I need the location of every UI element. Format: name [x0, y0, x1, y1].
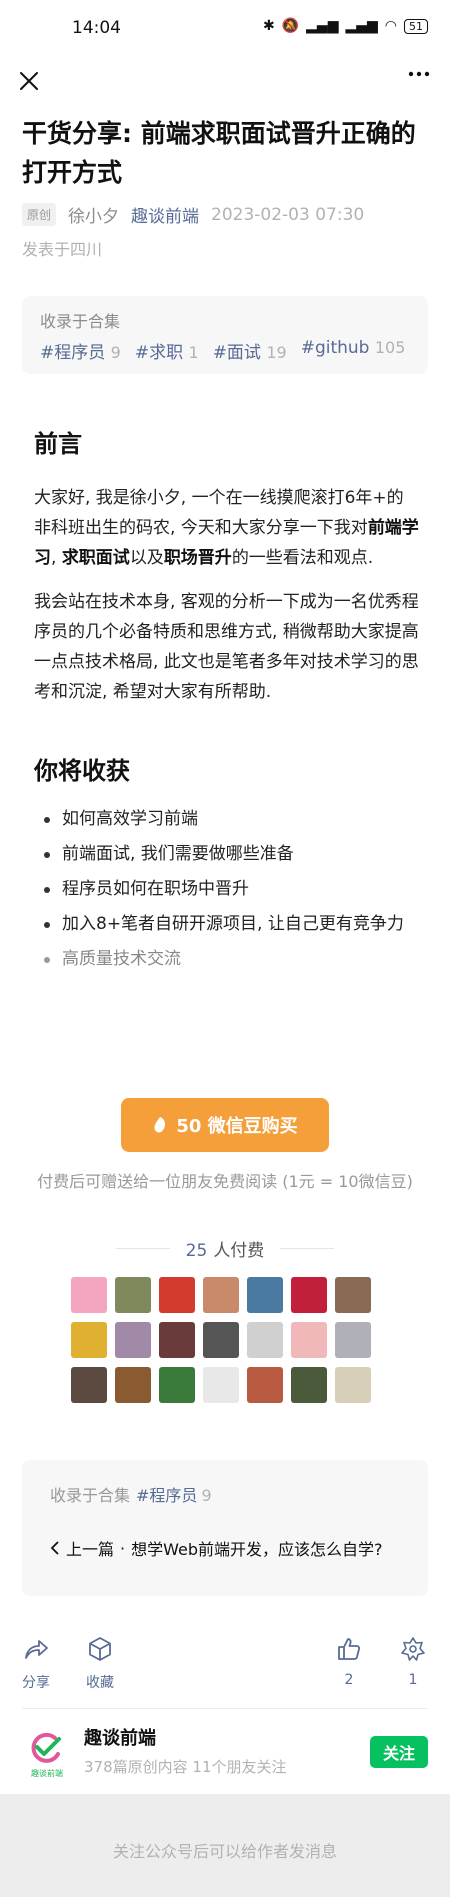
- account-link[interactable]: 趣谈前端: [131, 202, 199, 227]
- follow-button[interactable]: 关注: [370, 1736, 428, 1768]
- avatar: [335, 1367, 371, 1403]
- battery-icon: 51: [404, 18, 428, 34]
- account-name: 趣谈前端: [84, 1728, 156, 1749]
- article-title: 干货分享: 前端求职面试晋升正确的打开方式: [22, 119, 416, 187]
- avatar: [71, 1322, 107, 1358]
- bean-icon: [154, 1117, 166, 1133]
- list-item: 加入8+笔者自研开源项目, 让自己更有竞争力: [34, 907, 420, 942]
- thumbs-up-icon: [338, 1638, 361, 1660]
- original-tag: 原创: [22, 203, 57, 226]
- collection-name[interactable]: #程序员: [136, 1486, 197, 1505]
- list-item: 前端面试, 我们需要做哪些准备: [34, 837, 420, 872]
- collection-footer-label: 收录于合集 #程序员 9: [50, 1486, 212, 1505]
- publish-location: 发表于四川: [22, 240, 103, 259]
- divider: [280, 1248, 335, 1249]
- section-heading: 前言: [34, 430, 82, 458]
- status-icons: ✱ 🔕 ▂▄▆ ▂▄▆ ◠ 51: [263, 18, 428, 34]
- cube-icon: [89, 1637, 111, 1661]
- share-button[interactable]: 分享: [11, 1636, 61, 1692]
- list-item: 如何高效学习前端: [34, 802, 420, 837]
- collection-label: 收录于合集: [40, 312, 121, 331]
- like-button[interactable]: 2: [324, 1636, 374, 1688]
- wow-icon: [401, 1637, 425, 1661]
- author-name: 徐小夕: [68, 207, 120, 227]
- collection-tag[interactable]: #面试 19: [213, 338, 287, 363]
- wow-button[interactable]: 1: [388, 1636, 438, 1688]
- payers-text: 25 人付费: [185, 1241, 265, 1261]
- intro-paragraph: 大家好, 我是徐小夕, 一个在一线摸爬滚打6年+的非科班出生的码农, 今天和大家…: [34, 488, 419, 568]
- avatar: [159, 1277, 195, 1313]
- collection-tag[interactable]: #求职 1: [135, 338, 199, 363]
- account-stats: 378篇原创内容 11个朋友关注: [84, 1758, 287, 1776]
- avatar: [115, 1367, 151, 1403]
- list-item: 高质量技术交流: [34, 942, 420, 977]
- close-icon[interactable]: [12, 64, 46, 98]
- signal-icon: ▂▄▆: [345, 18, 378, 34]
- avatar: [159, 1322, 195, 1358]
- avatar: [115, 1277, 151, 1313]
- payer-avatars: [71, 1277, 383, 1403]
- action-bar: 分享 收藏 2 1: [0, 1636, 450, 1716]
- payers-header: 25 人付费: [0, 1236, 450, 1261]
- section-heading: 你将收获: [34, 757, 130, 785]
- account-logo: 趣谈前端: [28, 1730, 66, 1780]
- buy-button-label: 50 微信豆购买: [176, 1116, 298, 1137]
- avatar: [71, 1277, 107, 1313]
- chevron-left-icon: [50, 1541, 59, 1555]
- article-meta: 原创 徐小夕 趣谈前端 2023-02-03 07:30: [22, 202, 432, 227]
- nav-bar: [0, 58, 450, 110]
- avatar: [203, 1322, 239, 1358]
- article-content: 前言 大家好, 我是徐小夕, 一个在一线摸爬滚打6年+的非科班出生的码农, 今天…: [34, 424, 420, 977]
- bluetooth-icon: ✱: [262, 18, 275, 34]
- avatar: [159, 1367, 195, 1403]
- prev-article-link[interactable]: 上一篇 · 想学Web前端开发，应该怎么自学?: [50, 1536, 400, 1560]
- bullet-list: 如何高效学习前端 前端面试, 我们需要做哪些准备 程序员如何在职场中晋升 加入8…: [34, 802, 420, 977]
- mute-icon: 🔕: [281, 18, 300, 34]
- collection-tags: #程序员 9 #求职 1 #面试 19 #github 105: [40, 338, 410, 363]
- account-card[interactable]: 趣谈前端 趣谈前端 378篇原创内容 11个朋友关注 关注: [0, 1720, 450, 1792]
- avatar: [335, 1277, 371, 1313]
- footer-text: 关注公众号后可以给作者发消息: [112, 1842, 337, 1861]
- wifi-icon: ◠: [384, 18, 397, 34]
- divider: [22, 1708, 428, 1709]
- avatar: [291, 1322, 327, 1358]
- status-time: 14:04: [72, 18, 121, 38]
- more-icon[interactable]: [402, 62, 436, 96]
- signal-icon: ▂▄▆: [306, 18, 339, 34]
- body-paragraph: 我会站在技术本身, 客观的分析一下成为一名优秀程序员的几个必备特质和思维方式, …: [34, 592, 419, 702]
- svg-text:趣谈前端: 趣谈前端: [31, 1768, 63, 1778]
- avatar: [247, 1322, 283, 1358]
- favorite-button[interactable]: 收藏: [75, 1636, 125, 1692]
- collection-tag[interactable]: #程序员 9: [40, 338, 121, 363]
- avatar: [203, 1277, 239, 1313]
- avatar: [71, 1367, 107, 1403]
- avatar: [291, 1277, 327, 1313]
- gift-note: 付费后可赠送给一位朋友免费阅读 (1元 = 10微信豆): [37, 1172, 413, 1191]
- publish-date: 2023-02-03 07:30: [211, 204, 365, 225]
- collection-box: 收录于合集 #程序员 9 #求职 1 #面试 19 #github 105: [22, 296, 428, 374]
- avatar: [291, 1367, 327, 1403]
- avatar: [247, 1277, 283, 1313]
- status-bar: 14:04 ✱ 🔕 ▂▄▆ ▂▄▆ ◠ 51: [0, 0, 450, 58]
- avatar: [115, 1322, 151, 1358]
- divider: [115, 1248, 170, 1249]
- avatar: [247, 1367, 283, 1403]
- share-icon: [25, 1640, 48, 1659]
- avatar: [335, 1322, 371, 1358]
- buy-button[interactable]: 50 微信豆购买: [121, 1098, 329, 1152]
- collection-footer: 收录于合集 #程序员 9 上一篇 · 想学Web前端开发，应该怎么自学?: [22, 1460, 428, 1596]
- collection-tag[interactable]: #github 105: [301, 338, 406, 363]
- message-footer[interactable]: 关注公众号后可以给作者发消息: [0, 1794, 450, 1897]
- avatar: [203, 1367, 239, 1403]
- list-item: 程序员如何在职场中晋升: [34, 872, 420, 907]
